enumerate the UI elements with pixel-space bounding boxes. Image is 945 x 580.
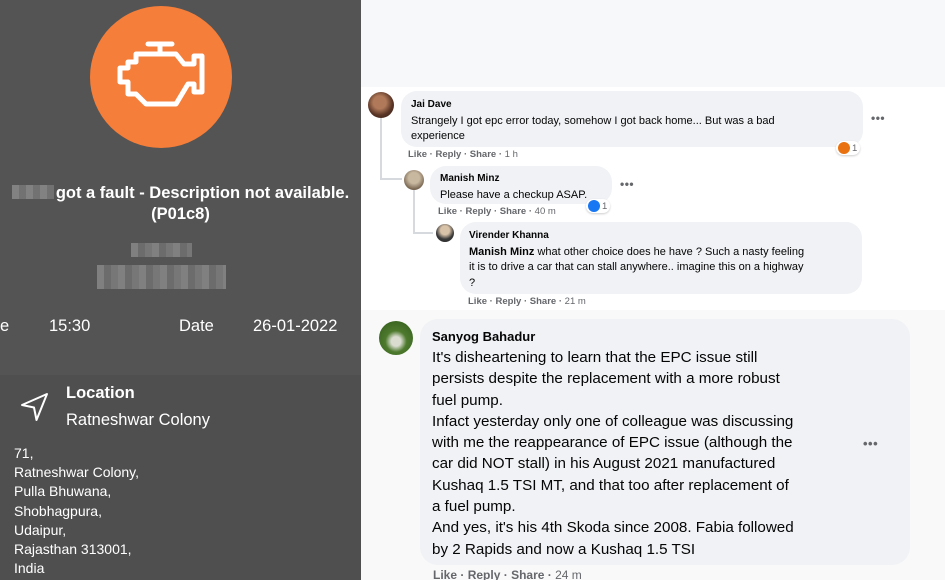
comments-panel: Jai Dave Strangely I got epc error today… [361,0,945,580]
reply-link[interactable]: Reply [468,568,501,580]
comment-text: car did NOT stall) in his August 2021 ma… [432,455,776,473]
reply-link[interactable]: Reply [495,296,521,307]
fault-description: got a fault - Description not available. [55,184,350,202]
address-line: 71, [14,445,34,461]
engine-check-icon [117,41,205,107]
like-link[interactable]: Like [438,206,457,217]
blurred-info-line-2 [97,265,226,289]
comment-text: experience [411,130,465,142]
comment-text: by 2 Rapids and now a Kushaq 1.5 TSI [432,540,696,558]
comment-actions: Like · Reply · Share · 40 m [438,206,556,217]
thread-line [380,178,402,180]
comment-author[interactable]: Sanyog Bahadur [432,329,898,345]
comment-text: a fuel pump. [432,498,516,516]
comment-text: persists despite the replacement with a … [432,370,780,388]
location-title: Location [66,384,135,402]
fault-code: (P01c8) [151,205,210,223]
comment-text: Please have a checkup ASAP. [440,188,588,201]
thread-line [380,118,382,180]
blurred-info-line-1 [131,243,192,257]
address-line: India [14,560,45,577]
comment-text: Infact yesterday only one of colleague w… [432,412,794,430]
address-line: Udaipur, [14,521,67,538]
location-name: Ratneshwar Colony [66,411,210,429]
more-options-icon[interactable]: ••• [863,436,878,451]
reaction-number: 1 [602,200,608,212]
engine-warning-badge [90,6,232,148]
comment-bubble: Virender Khanna Manish Minz what other c… [460,222,862,294]
comment-author[interactable]: Jai Dave [411,97,853,113]
blurred-vehicle-name [11,185,54,199]
more-options-icon[interactable]: ••• [620,177,634,191]
comment-text: ? [469,276,476,289]
fault-message: got a fault - Description not available. [0,183,361,204]
share-link[interactable]: Share [500,206,526,217]
comment-bubble: Manish Minz Please have a checkup ASAP. [430,166,612,204]
reply-link[interactable]: Reply [435,149,461,160]
reaction-number: 1 [852,142,858,154]
reply-link[interactable]: Reply [465,206,491,217]
comment-actions: Like · Reply · Share · 1 h [408,149,518,160]
like-link[interactable]: Like [468,296,487,307]
timestamp[interactable]: 24 m [555,568,582,580]
timestamp[interactable]: 1 h [505,149,518,160]
comment-actions: Like · Reply · Share · 24 m [433,568,582,580]
comment-text: Strangely I got epc error today, somehow… [411,114,775,127]
time-label: e [0,317,10,335]
date-value: 26-01-2022 [253,317,338,335]
comment-author[interactable]: Virender Khanna [469,228,853,244]
separator: · [503,568,512,580]
address-line: Rajasthan 313001, [14,541,132,558]
comment-text: with me the reappearance of EPC issue (a… [432,434,793,452]
comment-text: it is to drive a car that can stall anyw… [469,261,804,273]
comment-text: Kushaq 1.5 TSI MT, and that too after re… [432,476,789,494]
timestamp[interactable]: 21 m [565,296,586,307]
angry-reaction-icon [838,142,850,154]
navigation-arrow-icon [21,393,48,421]
more-options-icon[interactable]: ••• [871,111,885,125]
comment-actions: Like · Reply · Share · 21 m [468,296,586,307]
comment-text: It's disheartening to learn that the EPC… [432,349,758,366]
comment-bubble: Sanyog Bahadur It's disheartening to lea… [420,319,910,565]
avatar[interactable] [436,224,454,242]
like-link[interactable]: Like [433,568,457,580]
vehicle-app-panel: got a fault - Description not available.… [0,0,361,580]
timestamp[interactable]: 40 m [535,206,556,217]
share-link[interactable]: Share [511,568,544,580]
avatar[interactable] [379,321,413,355]
comment-bubble: Jai Dave Strangely I got epc error today… [401,91,863,147]
reaction-count[interactable]: 1 [836,141,861,155]
avatar[interactable] [368,92,394,118]
address-line: Shobhagpura, [14,502,102,519]
date-label: Date [179,317,214,335]
address-line: Ratneshwar Colony, [14,464,140,481]
address-block: 71, Ratneshwar Colony, Pulla Bhuwana, Sh… [14,444,139,578]
comment-text: And yes, it's his 4th Skoda since 2008. … [432,519,794,537]
share-link[interactable]: Share [470,149,496,160]
time-value: 15:30 [49,317,91,335]
like-reaction-icon [588,200,600,212]
comment-text: fuel pump. [432,391,503,409]
comment-author[interactable]: Manish Minz [440,171,602,187]
comment-text-part: what other choice does he have ? Such a … [534,245,805,258]
top-background [361,0,945,87]
comment-text: Manish Minz what other choice does he ha… [469,245,853,261]
address-line: Pulla Bhuwana, [14,483,112,500]
mention-link[interactable]: Manish Minz [469,246,534,258]
like-link[interactable]: Like [408,149,427,160]
thread-line [413,232,433,234]
reaction-count[interactable]: 1 [586,199,611,213]
share-link[interactable]: Share [530,296,556,307]
avatar[interactable] [404,170,424,190]
thread-line [413,190,415,234]
separator: · [460,568,468,580]
